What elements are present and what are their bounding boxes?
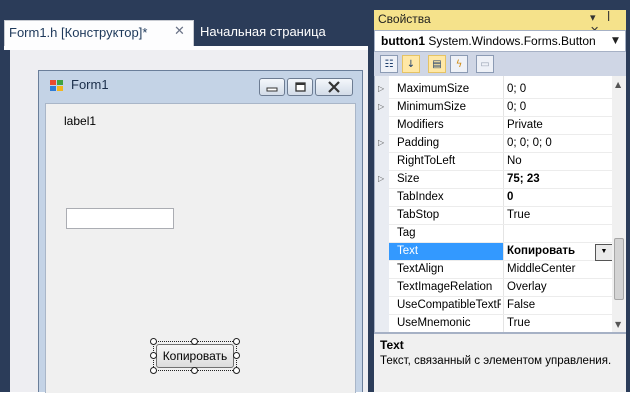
property-name: Text [397, 245, 419, 257]
property-value[interactable]: MiddleCenter [507, 263, 599, 275]
property-row-maximumsize[interactable]: ▷ MaximumSize 0; 0 [378, 81, 613, 99]
scroll-down-icon[interactable]: ▼ [615, 320, 621, 329]
tab-start-page[interactable]: Начальная страница [200, 22, 366, 44]
tab-close-icon[interactable]: ✕ [174, 24, 185, 39]
description-title: Text [380, 338, 404, 352]
property-grid-gutter [375, 76, 389, 332]
property-row-minimumsize[interactable]: ▷ MinimumSize 0; 0 [378, 99, 613, 117]
resize-handle-sw[interactable] [150, 367, 157, 374]
properties-icon[interactable]: ▤ [428, 55, 446, 73]
property-value[interactable]: True [507, 317, 599, 329]
property-row-righttoleft[interactable]: RightToLeft No [389, 153, 613, 171]
resize-handle-n[interactable] [191, 338, 198, 345]
expand-icon[interactable]: ▷ [378, 138, 384, 147]
property-row-tabindex[interactable]: TabIndex 0 [389, 189, 613, 207]
property-row-textalign[interactable]: TextAlign MiddleCenter [389, 261, 613, 279]
property-value[interactable]: False [507, 299, 599, 311]
scroll-thumb[interactable] [614, 238, 624, 300]
object-selector[interactable]: button1 System.Windows.Forms.Button [374, 30, 626, 52]
property-value[interactable]: True [507, 209, 599, 221]
maximize-icon [295, 82, 306, 92]
property-name: TextAlign [397, 263, 444, 275]
property-name: TabIndex [397, 191, 444, 203]
resize-handle-nw[interactable] [150, 338, 157, 345]
resize-handle-ne[interactable] [233, 338, 240, 345]
form-window[interactable]: Form1 label1 Копировать [38, 70, 363, 393]
property-value[interactable]: 0; 0; 0; 0 [507, 137, 599, 149]
tab-form1-designer[interactable]: Form1.h [Конструктор]* [4, 20, 194, 46]
property-value[interactable]: 0; 0 [507, 83, 599, 95]
description-pane: Text Текст, связанный с элементом управл… [374, 332, 626, 392]
categorized-icon[interactable]: ☷ [380, 55, 398, 73]
dropdown-arrow-icon[interactable]: ▼ [595, 244, 613, 261]
property-row-modifiers[interactable]: Modifiers Private [389, 117, 613, 135]
resize-handle-e[interactable] [233, 352, 240, 359]
property-row-usemnemonic[interactable]: UseMnemonic True [389, 315, 613, 333]
property-row-tag[interactable]: Tag [389, 225, 613, 243]
tab-label: Form1.h [Конструктор]* [9, 25, 148, 40]
property-value[interactable]: 0; 0 [507, 101, 599, 113]
property-name: Tag [397, 227, 416, 239]
form-title: Form1 [71, 77, 109, 92]
property-row-text[interactable]: Text Копировать ▼ [389, 243, 613, 261]
form-app-icon [49, 79, 65, 93]
property-name: TabStop [397, 209, 440, 221]
expand-icon[interactable]: ▷ [378, 84, 384, 93]
minimize-icon [266, 87, 278, 92]
maximize-button[interactable] [287, 78, 313, 96]
property-row-textimagerelation[interactable]: TextImageRelation Overlay [389, 279, 613, 297]
property-name: RightToLeft [397, 155, 456, 167]
property-name: TextImageRelation [397, 281, 493, 293]
property-row-usecompatibletextr[interactable]: UseCompatibleTextR False [389, 297, 613, 315]
property-value[interactable]: Копировать [507, 245, 599, 257]
description-text: Текст, связанный с элементом управления. [380, 355, 612, 367]
label1[interactable]: label1 [64, 114, 96, 128]
property-name: Size [397, 173, 420, 185]
copy-button[interactable]: Копировать [156, 344, 234, 368]
close-icon [328, 81, 340, 93]
property-row-tabstop[interactable]: TabStop True [389, 207, 613, 225]
tab-label: Начальная страница [200, 24, 326, 39]
expand-icon[interactable]: ▷ [378, 174, 384, 183]
property-value[interactable]: 0 [507, 191, 599, 203]
property-value[interactable]: Overlay [507, 281, 599, 293]
resize-handle-s[interactable] [191, 367, 198, 374]
property-name: MinimumSize [397, 101, 467, 113]
expand-icon[interactable]: ▷ [378, 102, 384, 111]
property-name: Padding [397, 137, 440, 149]
minimize-button[interactable] [259, 78, 285, 96]
resize-handle-w[interactable] [150, 352, 157, 359]
object-name: button1 [381, 34, 425, 48]
resize-handle-se[interactable] [233, 367, 240, 374]
scroll-up-icon[interactable]: ▲ [615, 80, 621, 89]
property-row-size[interactable]: ▷ Size 75; 23 [378, 171, 613, 189]
property-pages-icon[interactable]: ▭ [476, 55, 494, 73]
close-button[interactable] [315, 78, 353, 96]
form-titlebar[interactable]: Form1 [39, 71, 362, 101]
form-client-area[interactable]: label1 Копировать [45, 103, 356, 393]
property-name: MaximumSize [397, 83, 470, 95]
properties-title: Свойства [374, 10, 626, 30]
chevron-down-icon[interactable]: ▼ [612, 36, 619, 46]
alphabetical-icon[interactable]: ↓ [402, 55, 420, 73]
property-row-padding[interactable]: ▷ Padding 0; 0; 0; 0 [378, 135, 613, 153]
property-value[interactable]: 75; 23 [507, 173, 599, 185]
property-name: UseMnemonic [397, 317, 471, 329]
object-type: System.Windows.Forms.Button [428, 34, 596, 48]
property-value[interactable]: No [507, 155, 599, 167]
events-icon[interactable]: ϟ [450, 55, 468, 73]
property-name: UseCompatibleTextR [397, 299, 501, 311]
textbox1[interactable] [66, 208, 174, 229]
property-value[interactable]: Private [507, 119, 599, 131]
property-name: Modifiers [397, 119, 444, 131]
